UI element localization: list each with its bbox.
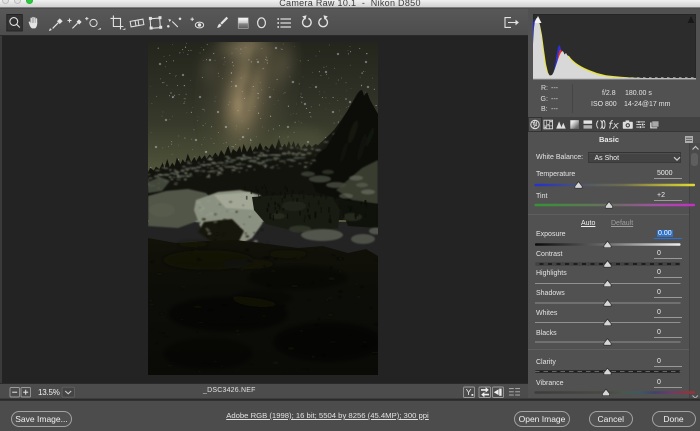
svg-text:Y: Y	[466, 387, 472, 397]
